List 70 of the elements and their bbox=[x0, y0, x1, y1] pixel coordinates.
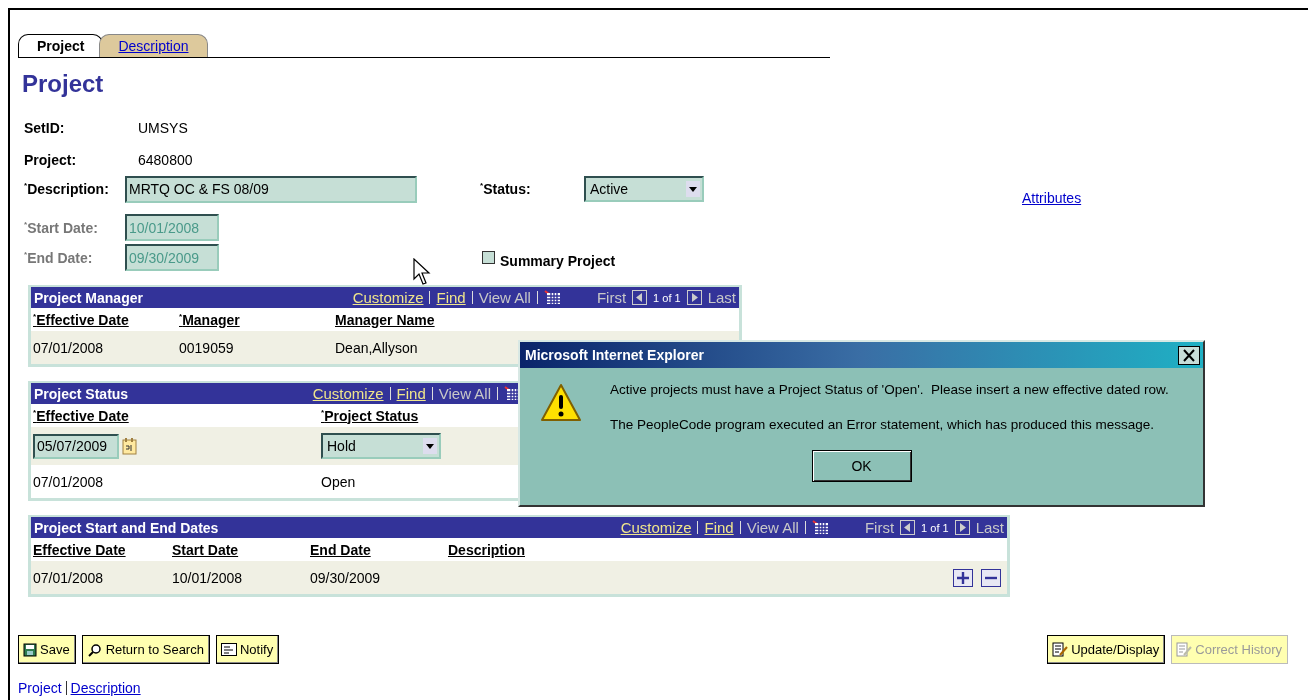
add-row-icon[interactable] bbox=[953, 568, 973, 587]
column-header: Effective Date bbox=[33, 541, 127, 558]
table-cell: 0019059 bbox=[179, 339, 234, 356]
column-header: $^{*}$Manager bbox=[179, 311, 241, 328]
last-label: Last bbox=[707, 289, 736, 306]
customize-link[interactable]: Customize bbox=[352, 289, 424, 306]
column-header: Start Date bbox=[172, 541, 240, 558]
column-header: Manager Name bbox=[335, 311, 436, 328]
calendar-icon[interactable] bbox=[122, 437, 138, 455]
field-label: $^{*}$End Date: bbox=[23, 249, 94, 266]
checkbox[interactable] bbox=[482, 251, 495, 264]
field-value: 6480800 bbox=[137, 152, 193, 168]
warning-icon bbox=[540, 382, 582, 424]
find-link[interactable]: Find bbox=[704, 519, 734, 536]
first-label: First bbox=[864, 519, 895, 536]
column-header: End Date bbox=[310, 541, 372, 558]
dialog-message: Active projects must have a Project Status of 'Open'. Please insert a new effective dated row. bbox=[610, 382, 1169, 397]
notify-button[interactable]: Notify bbox=[215, 635, 280, 664]
page-title: Project bbox=[22, 70, 105, 98]
find-link[interactable]: Find bbox=[396, 385, 426, 402]
table-cell: 09/30/2009 bbox=[310, 569, 381, 586]
field-label: $^{*}$Status: bbox=[479, 181, 532, 197]
dialog-title: Microsoft Internet Explorer bbox=[525, 347, 704, 363]
first-label: First bbox=[596, 289, 627, 306]
table-cell: Dean,Allyson bbox=[335, 339, 418, 356]
dialog-message: The PeopleCode program executed an Error statement, which has produced this message. bbox=[610, 417, 1156, 432]
attributes-link[interactable]: Attributes bbox=[1022, 190, 1082, 206]
table-cell: 07/01/2008 bbox=[33, 569, 104, 586]
spreadsheet-icon[interactable] bbox=[543, 290, 561, 305]
column-header: $^{*}$Effective Date bbox=[33, 407, 130, 424]
table-cell: 10/01/2008 bbox=[172, 569, 243, 586]
status-dropdown[interactable]: Active bbox=[584, 176, 704, 202]
column-header: Description bbox=[448, 541, 526, 558]
checkbox-label: Summary Project bbox=[500, 252, 616, 269]
close-icon[interactable] bbox=[1178, 345, 1200, 365]
table-cell: 07/01/2008 bbox=[33, 473, 104, 490]
current-page-label: Project bbox=[18, 680, 62, 696]
field-value: UMSYS bbox=[137, 120, 188, 136]
customize-link[interactable]: Customize bbox=[312, 385, 384, 402]
status-dropdown[interactable]: Hold bbox=[321, 433, 441, 459]
return-to-search-button[interactable]: Return to Search bbox=[81, 635, 210, 664]
row-count: 1 of 1 bbox=[921, 521, 949, 534]
envelope-icon bbox=[220, 643, 237, 656]
customize-link[interactable]: Customize bbox=[620, 519, 692, 536]
field-label: $^{*}$Description: bbox=[23, 181, 110, 197]
page-link[interactable]: Description bbox=[70, 680, 141, 696]
update-display-button[interactable]: Update/Display bbox=[1047, 635, 1166, 664]
table-cell: 07/01/2008 bbox=[33, 339, 104, 356]
ok-button[interactable]: OK bbox=[811, 450, 912, 482]
tab[interactable]: Description bbox=[99, 34, 208, 57]
field-label: $^{*}$Start Date: bbox=[23, 219, 99, 236]
notepad-pencil-icon bbox=[1176, 642, 1193, 657]
last-label: Last bbox=[975, 519, 1004, 536]
column-header: $^{*}$Project Status bbox=[321, 407, 420, 424]
grid-title: Project Manager bbox=[34, 289, 143, 306]
row-count: 1 of 1 bbox=[653, 291, 681, 304]
column-header: $^{*}$Effective Date bbox=[33, 311, 130, 328]
field-label: Project: bbox=[23, 152, 78, 168]
find-link[interactable]: Find bbox=[436, 289, 466, 306]
notepad-pencil-icon bbox=[1052, 642, 1069, 657]
description-input-field[interactable]: MRTQ OC & FS 08/09 bbox=[125, 175, 417, 203]
spreadsheet-icon[interactable] bbox=[811, 520, 829, 535]
save-button[interactable]: Save bbox=[18, 635, 76, 664]
table-cell: Open bbox=[321, 473, 356, 490]
magnifier-icon bbox=[86, 642, 103, 657]
delete-row-icon[interactable] bbox=[981, 568, 1001, 587]
grid-title: Project Start and End Dates bbox=[34, 519, 219, 536]
grid-title: Project Status bbox=[34, 385, 129, 402]
field-label: SetID: bbox=[23, 120, 66, 136]
date-input-field[interactable]: 05/07/2009 bbox=[33, 433, 119, 459]
